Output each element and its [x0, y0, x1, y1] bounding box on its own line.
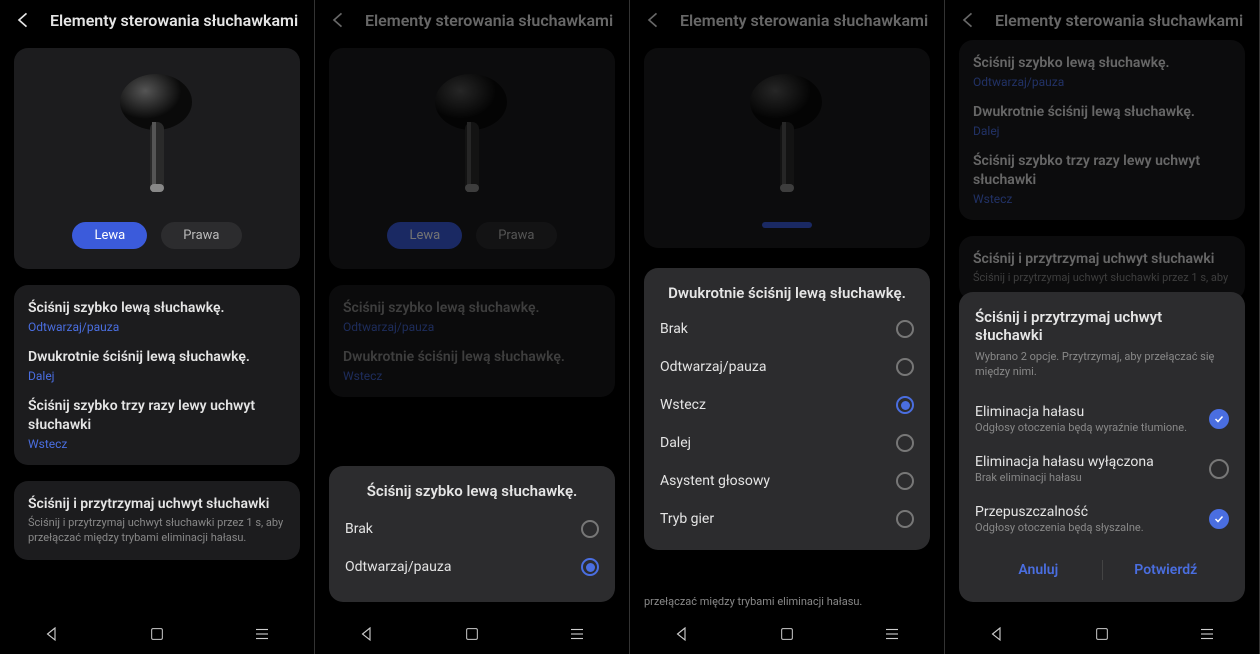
navbar — [0, 614, 314, 654]
nav-back-icon[interactable] — [967, 625, 1027, 643]
nav-home-icon[interactable] — [442, 626, 502, 642]
radio-icon — [581, 520, 599, 538]
cancel-button[interactable]: Anuluj — [975, 554, 1102, 586]
option-transparency[interactable]: Przepuszczalność Odgłosy otoczenia będą … — [975, 494, 1229, 544]
radio-icon — [896, 472, 914, 490]
navbar — [315, 614, 629, 654]
nav-back-icon[interactable] — [22, 625, 82, 643]
header-title: Elementy sterowania słuchawkami — [50, 11, 298, 30]
option-none[interactable]: Brak — [345, 510, 599, 548]
screen-4: Elementy sterowania słuchawkami Ściśnij … — [945, 0, 1260, 654]
sheet-title: Ściśnij szybko lewą słuchawkę. — [345, 482, 599, 500]
navbar — [630, 614, 944, 654]
radio-icon — [896, 510, 914, 528]
navbar — [945, 614, 1259, 654]
option-play-pause[interactable]: Odtwarzaj/pauza — [660, 348, 914, 386]
check-icon — [1209, 509, 1229, 529]
earbud-image — [28, 72, 286, 202]
screen-2: Elementy sterowania słuchawkami Lewa Pra… — [315, 0, 630, 654]
gesture-triple[interactable]: Ściśnij szybko trzy razy lewy uchwyt słu… — [28, 397, 286, 451]
radio-icon — [896, 320, 914, 338]
nav-recent-icon[interactable] — [232, 625, 292, 643]
sheet-subtitle: Wybrano 2 opcje. Przytrzymaj, aby przełą… — [975, 350, 1229, 380]
nav-recent-icon[interactable] — [1177, 625, 1237, 643]
double-squeeze-sheet: Dwukrotnie ściśnij lewą słuchawkę. Brak … — [644, 268, 930, 550]
screen-3: Elementy sterowania słuchawkami Dwukrotn… — [630, 0, 945, 654]
option-voice-assistant[interactable]: Asystent głosowy — [660, 462, 914, 500]
option-game-mode[interactable]: Tryb gier — [660, 500, 914, 538]
nav-recent-icon[interactable] — [547, 625, 607, 643]
nav-home-icon[interactable] — [127, 626, 187, 642]
nav-home-icon[interactable] — [757, 626, 817, 642]
sheet-title: Ściśnij i przytrzymaj uchwyt słuchawki — [975, 308, 1229, 344]
side-tabs: Lewa Prawa — [28, 222, 286, 249]
radio-icon — [896, 396, 914, 414]
gesture-double[interactable]: Dwukrotnie ściśnij lewą słuchawkę. Dalej — [28, 348, 286, 383]
confirm-button[interactable]: Potwierdź — [1103, 554, 1230, 586]
check-icon — [1209, 409, 1229, 429]
nav-back-icon[interactable] — [337, 625, 397, 643]
hold-options-sheet: Ściśnij i przytrzymaj uchwyt słuchawki W… — [959, 292, 1245, 602]
tab-left[interactable]: Lewa — [72, 222, 147, 249]
check-icon — [1209, 459, 1229, 479]
header: Elementy sterowania słuchawkami — [0, 0, 314, 40]
option-anc[interactable]: Eliminacja hałasu Odgłosy otoczenia będą… — [975, 394, 1229, 444]
option-none[interactable]: Brak — [660, 310, 914, 348]
back-icon[interactable] — [14, 10, 34, 30]
option-play-pause[interactable]: Odtwarzaj/pauza — [345, 548, 599, 586]
radio-icon — [581, 558, 599, 576]
nav-recent-icon[interactable] — [862, 625, 922, 643]
hold-card[interactable]: Ściśnij i przytrzymaj uchwyt słuchawki Ś… — [14, 481, 300, 561]
nav-back-icon[interactable] — [652, 625, 712, 643]
single-squeeze-sheet: Ściśnij szybko lewą słuchawkę. Brak Odtw… — [329, 466, 615, 602]
gestures-card: Ściśnij szybko lewą słuchawkę. Odtwarzaj… — [14, 285, 300, 465]
tab-right[interactable]: Prawa — [161, 222, 241, 249]
option-next[interactable]: Dalej — [660, 424, 914, 462]
nav-home-icon[interactable] — [1072, 626, 1132, 642]
earbud-card: Lewa Prawa — [14, 48, 300, 269]
screen-1: Elementy sterowania słuchawkami Lewa Pra… — [0, 0, 315, 654]
option-anc-off[interactable]: Eliminacja hałasu wyłączona Brak elimina… — [975, 444, 1229, 494]
clipped-desc: przełączać między trybami eliminacji hał… — [630, 595, 944, 612]
gesture-single[interactable]: Ściśnij szybko lewą słuchawkę. Odtwarzaj… — [28, 299, 286, 334]
option-back[interactable]: Wstecz — [660, 386, 914, 424]
radio-icon — [896, 358, 914, 376]
radio-icon — [896, 434, 914, 452]
sheet-buttons: Anuluj Potwierdź — [975, 554, 1229, 586]
sheet-title: Dwukrotnie ściśnij lewą słuchawkę. — [660, 284, 914, 302]
